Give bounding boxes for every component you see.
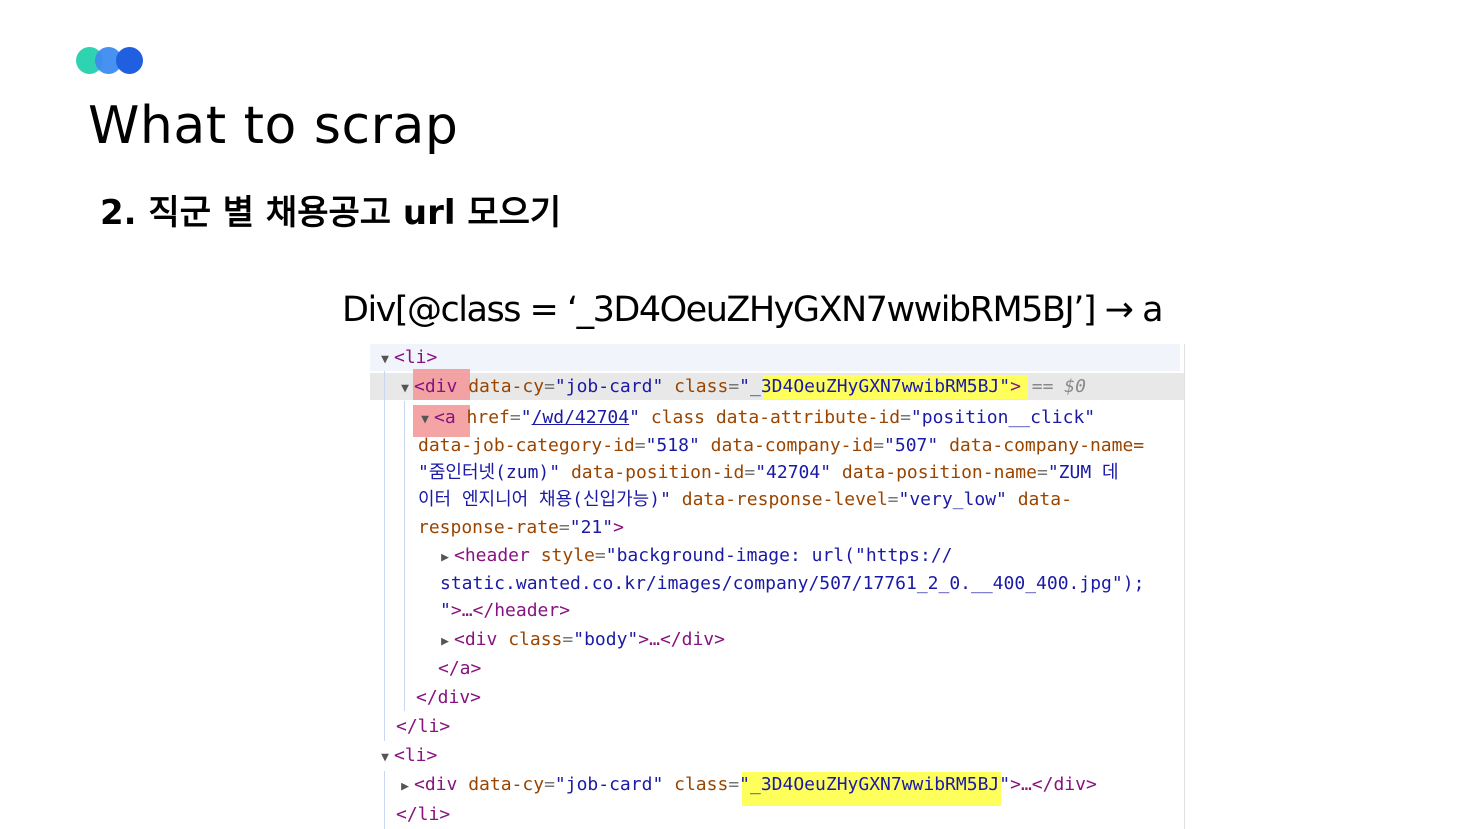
attr-value: "21" (569, 517, 614, 538)
tag-close: </div> (416, 687, 482, 708)
expand-triangle-icon[interactable]: ▶ (436, 628, 454, 655)
tag-close: </li> (396, 804, 451, 825)
attr-value: "줌인터넷(zum)" (418, 462, 561, 483)
tag-close: </a> (438, 658, 482, 679)
attr-value: "position__click" (910, 407, 1096, 428)
indent-guide (384, 771, 385, 829)
attr-value-class: "_3D4OeuZHyGXN7wwibRM5BJ" (739, 774, 1011, 795)
dom-attr-line: data-job-category-id="518" data-company-… (418, 435, 1145, 456)
dom-node-li[interactable]: ▼ <li> (376, 742, 437, 769)
attr-name: href (466, 407, 510, 428)
tag-div: <div (454, 629, 498, 650)
dom-attr-line: ">…</header> (440, 600, 571, 621)
attr-value: "42704" (755, 462, 832, 483)
attr-name: class data-attribute-id (650, 407, 901, 428)
attr-name: data-position-id (570, 462, 745, 483)
collapse-triangle-icon[interactable]: ▼ (376, 744, 394, 771)
attr-name: data-job-category-id (418, 435, 635, 456)
dom-node-li[interactable]: ▼ <li> (376, 344, 437, 371)
attr-value: "ZUM 데 (1047, 462, 1119, 483)
indent-guide (404, 401, 405, 711)
indent-guide (384, 371, 385, 741)
tag-close: </li> (396, 716, 451, 737)
selected-node-marker: == $0 (1031, 376, 1086, 397)
dom-node-div-body[interactable]: ▶ <div class="body">…</div> (436, 626, 725, 653)
tag-close: …</div> (1020, 774, 1097, 795)
attr-value: "job-card" (554, 774, 664, 795)
attr-value: "job-card" (554, 376, 664, 397)
dom-node-div-job-card[interactable]: ▼ <div data-cy="job-card" class="_3D4OeuZ… (396, 373, 1086, 400)
slide-title: What to scrap (88, 96, 459, 156)
tag-li: <li> (394, 347, 438, 368)
tag-close: …</header> (461, 600, 571, 621)
brand-logo (76, 47, 146, 75)
attr-name: class (508, 629, 563, 650)
attr-name: data-company-id (710, 435, 874, 456)
attr-value: "background-image: url("https:// (605, 545, 953, 566)
logo-dot-navy (116, 47, 143, 74)
dom-attr-line: response-rate="21"> (418, 517, 624, 538)
attr-value: "507" (884, 435, 939, 456)
tag-a: <a (434, 407, 456, 428)
dom-node-div-job-card[interactable]: ▶ <div data-cy="job-card" class="_3D4OeuZ… (396, 771, 1097, 798)
collapse-triangle-icon[interactable]: ▼ (416, 406, 434, 433)
expand-triangle-icon[interactable]: ▶ (396, 773, 414, 800)
hover-row-band (370, 344, 1180, 371)
slide-subtitle: 2. 직군 별 채용공고 url 모으기 (100, 193, 562, 233)
attr-value: " (440, 600, 451, 621)
dom-close-a: </a> (438, 655, 481, 682)
dom-close-div: </div> (416, 684, 481, 711)
attr-name: response-rate (418, 517, 559, 538)
attr-name: data-cy (468, 376, 545, 397)
attr-name: data-cy (468, 774, 545, 795)
devtools-elements-panel: ▼ <li> ▼ <div data-cy="job-card" class="_3… (370, 344, 1185, 829)
attr-name: class (674, 774, 729, 795)
dom-attr-line: 이터 엔지니어 채용(신입가능)" data-response-level="v… (418, 489, 1072, 510)
collapse-triangle-icon[interactable]: ▼ (376, 346, 394, 373)
attr-name: class (674, 376, 729, 397)
tag-header: <header (454, 545, 530, 566)
panel-border (1184, 344, 1185, 829)
xpath-expression: Div[@class = ‘_3D4OeuZHyGXN7wwibRM5BJ’] … (342, 290, 1164, 330)
attr-name: data-company-name= (949, 435, 1145, 456)
attr-value: static.wanted.co.kr/images/company/507/1… (440, 573, 1145, 594)
attr-value-class: "_3D4OeuZHyGXN7wwibRM5BJ" (739, 376, 1011, 397)
attr-value: "very_low" (898, 489, 1007, 510)
attr-value: "body" (573, 629, 639, 650)
dom-attr-line: static.wanted.co.kr/images/company/507/1… (440, 570, 1144, 597)
dom-close-li: </li> (396, 801, 450, 828)
dom-node-a[interactable]: ▼ <a href="/wd/42704" class data-attribut… (416, 404, 1095, 431)
dom-close-li: </li> (396, 713, 450, 740)
attr-name: data-position-name (841, 462, 1037, 483)
expand-triangle-icon[interactable]: ▶ (436, 544, 454, 571)
dom-attr-line: "줌인터넷(zum)" data-position-id="42704" dat… (418, 462, 1119, 483)
attr-value: "518" (645, 435, 700, 456)
dom-node-header[interactable]: ▶ <header style="background-image: url("h… (436, 542, 953, 571)
attr-name: data-response-level (681, 489, 888, 510)
tag-div: <div (414, 376, 458, 397)
collapse-triangle-icon[interactable]: ▼ (396, 375, 414, 402)
tag-li: <li> (394, 745, 438, 766)
attr-name: style (540, 545, 595, 566)
tag-close: …</div> (649, 629, 725, 650)
tag-div: <div (414, 774, 458, 795)
href-link[interactable]: /wd/42704 (532, 407, 630, 428)
attr-name: data- (1017, 489, 1072, 510)
attr-value: 이터 엔지니어 채용(신입가능)" (418, 489, 671, 510)
